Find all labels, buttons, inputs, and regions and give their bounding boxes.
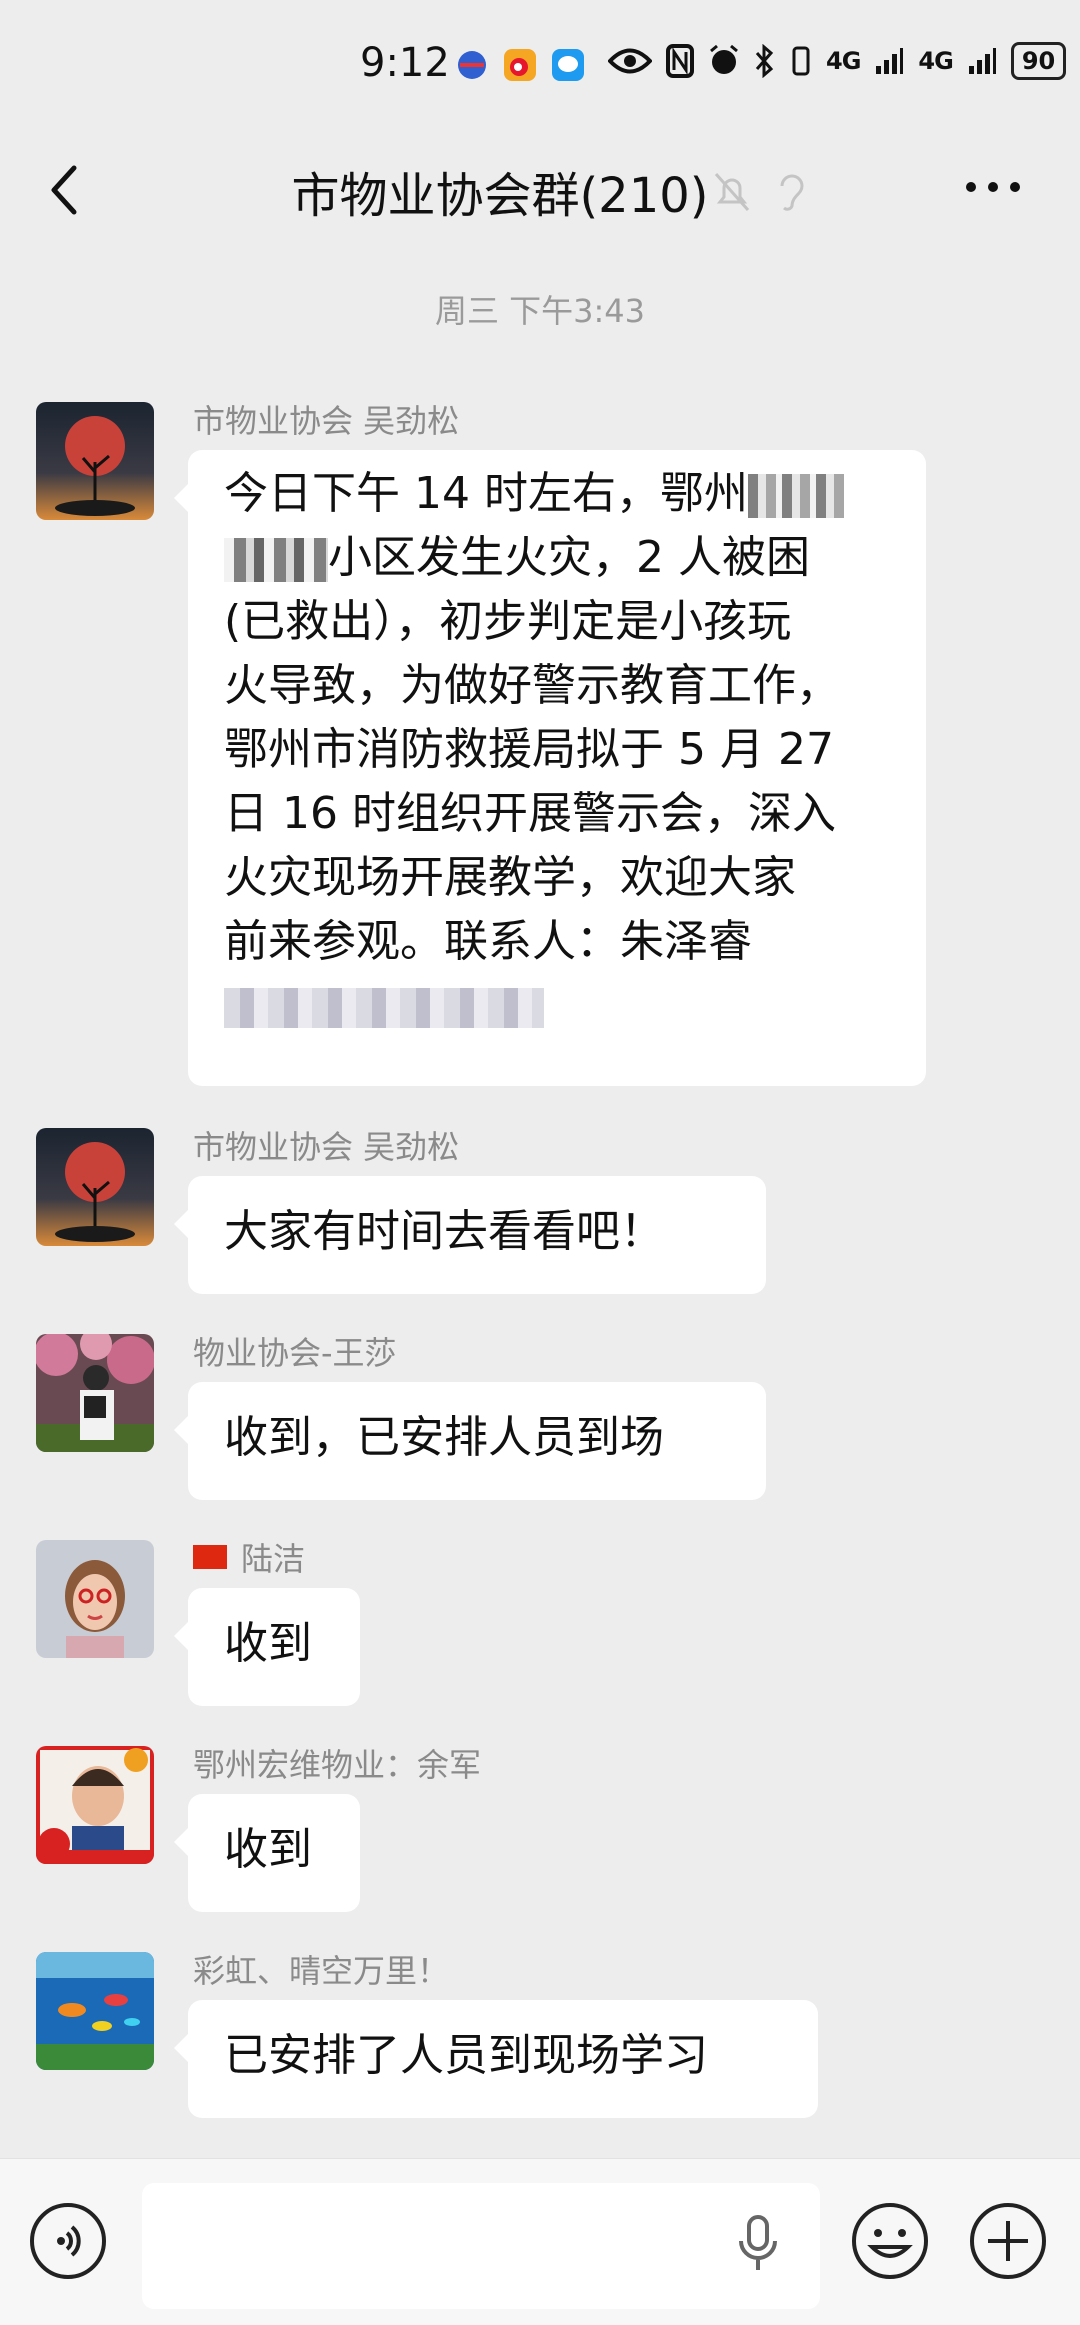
eye-icon bbox=[608, 48, 652, 74]
message-line: 鄂州市消防救援局拟于 5 月 27 bbox=[224, 724, 834, 775]
avatar-child[interactable] bbox=[36, 1746, 154, 1864]
status-bar: 9:12 4G 4G 90 bbox=[0, 0, 1080, 130]
avatar-woman-glasses[interactable] bbox=[36, 1540, 154, 1658]
time-separator: 周三 下午3:43 bbox=[434, 292, 646, 330]
plus-icon[interactable] bbox=[968, 2201, 1048, 2281]
status-app-icons bbox=[455, 48, 585, 82]
message-sender: 物业协会-王莎 bbox=[193, 1334, 397, 1372]
message-sender: 彩虹、晴空万里！ bbox=[193, 1952, 450, 1990]
avatar-aquarium[interactable] bbox=[36, 1952, 154, 2070]
message-bubble[interactable]: 收到，已安排人员到场 bbox=[174, 1382, 766, 1500]
message-line: 今日下午 14 时左右，鄂州 bbox=[224, 462, 890, 526]
more-dot bbox=[966, 182, 976, 192]
message-line: (已救出），初步判定是小孩玩 bbox=[224, 596, 792, 647]
message-line: 日 16 时组织开展警示会，深入 bbox=[224, 788, 836, 839]
vibrate-icon bbox=[792, 46, 810, 76]
globe-app-icon bbox=[458, 51, 486, 79]
message-sender: 市物业协会 吴劲松 bbox=[193, 1128, 460, 1166]
more-dot bbox=[1010, 182, 1020, 192]
message-bubble[interactable]: 已安排了人员到现场学习 bbox=[174, 2000, 818, 2118]
status-time: 9:12 bbox=[360, 40, 450, 86]
battery-level: 90 bbox=[1010, 42, 1067, 80]
redacted-text bbox=[747, 474, 844, 518]
avatar-person-blossoms[interactable] bbox=[36, 1334, 154, 1452]
bluetooth-icon bbox=[755, 44, 774, 78]
earpiece-icon bbox=[780, 174, 804, 211]
voice-input-button[interactable] bbox=[30, 2203, 106, 2279]
message-input[interactable] bbox=[142, 2183, 820, 2309]
more-dot bbox=[988, 182, 998, 192]
voice-wave-icon bbox=[57, 2225, 81, 2257]
message-bubble[interactable]: 收到 bbox=[174, 1588, 360, 1706]
input-bar bbox=[0, 2158, 1080, 2325]
avatar-moon-tree[interactable] bbox=[36, 402, 154, 520]
status-right: 4G 4G 90 bbox=[608, 42, 1080, 80]
mute-bell-icon bbox=[714, 173, 750, 211]
message-app-icon bbox=[552, 49, 584, 81]
signal-4g-2: 4G bbox=[918, 47, 953, 75]
more-options-button[interactable] bbox=[966, 182, 1020, 192]
weibo-app-icon bbox=[504, 49, 536, 81]
message-sender: 陆洁 bbox=[193, 1534, 305, 1580]
message-line: 火导致，为做好警示教育工作， bbox=[224, 660, 840, 711]
emoji-icon[interactable] bbox=[850, 2201, 930, 2281]
avatar-moon-tree[interactable] bbox=[36, 1128, 154, 1246]
message-bubble[interactable]: 今日下午 14 时左右，鄂州 小区发生火灾，2 人被困 (已救出），初步判定是小… bbox=[174, 450, 926, 1086]
redacted-text bbox=[224, 538, 328, 582]
chat-title[interactable]: 市物业协会群(210) bbox=[291, 168, 708, 224]
microphone-icon[interactable] bbox=[736, 2215, 780, 2273]
nfc-icon bbox=[666, 44, 694, 78]
chat-header: 市物业协会群(210) bbox=[0, 130, 1080, 250]
signal-bars-2-icon bbox=[968, 48, 996, 74]
signal-4g-1: 4G bbox=[826, 47, 861, 75]
china-flag-icon bbox=[193, 1545, 227, 1569]
message-bubble[interactable]: 收到 bbox=[174, 1794, 360, 1912]
message-sender: 市物业协会 吴劲松 bbox=[193, 402, 460, 440]
redacted-phone bbox=[224, 988, 544, 1028]
message-bubble[interactable]: 大家有时间去看看吧！ bbox=[174, 1176, 766, 1294]
alarm-icon bbox=[710, 44, 738, 74]
message-line: 火灾现场开展教学，欢迎大家 bbox=[224, 852, 796, 903]
message-sender: 鄂州宏维物业：余军 bbox=[193, 1746, 482, 1784]
message-line: 前来参观。联系人：朱泽睿 bbox=[224, 916, 752, 967]
signal-bars-1-icon bbox=[876, 48, 904, 74]
message-line: 小区发生火灾，2 人被困 bbox=[224, 526, 890, 590]
message-line bbox=[224, 974, 890, 1038]
